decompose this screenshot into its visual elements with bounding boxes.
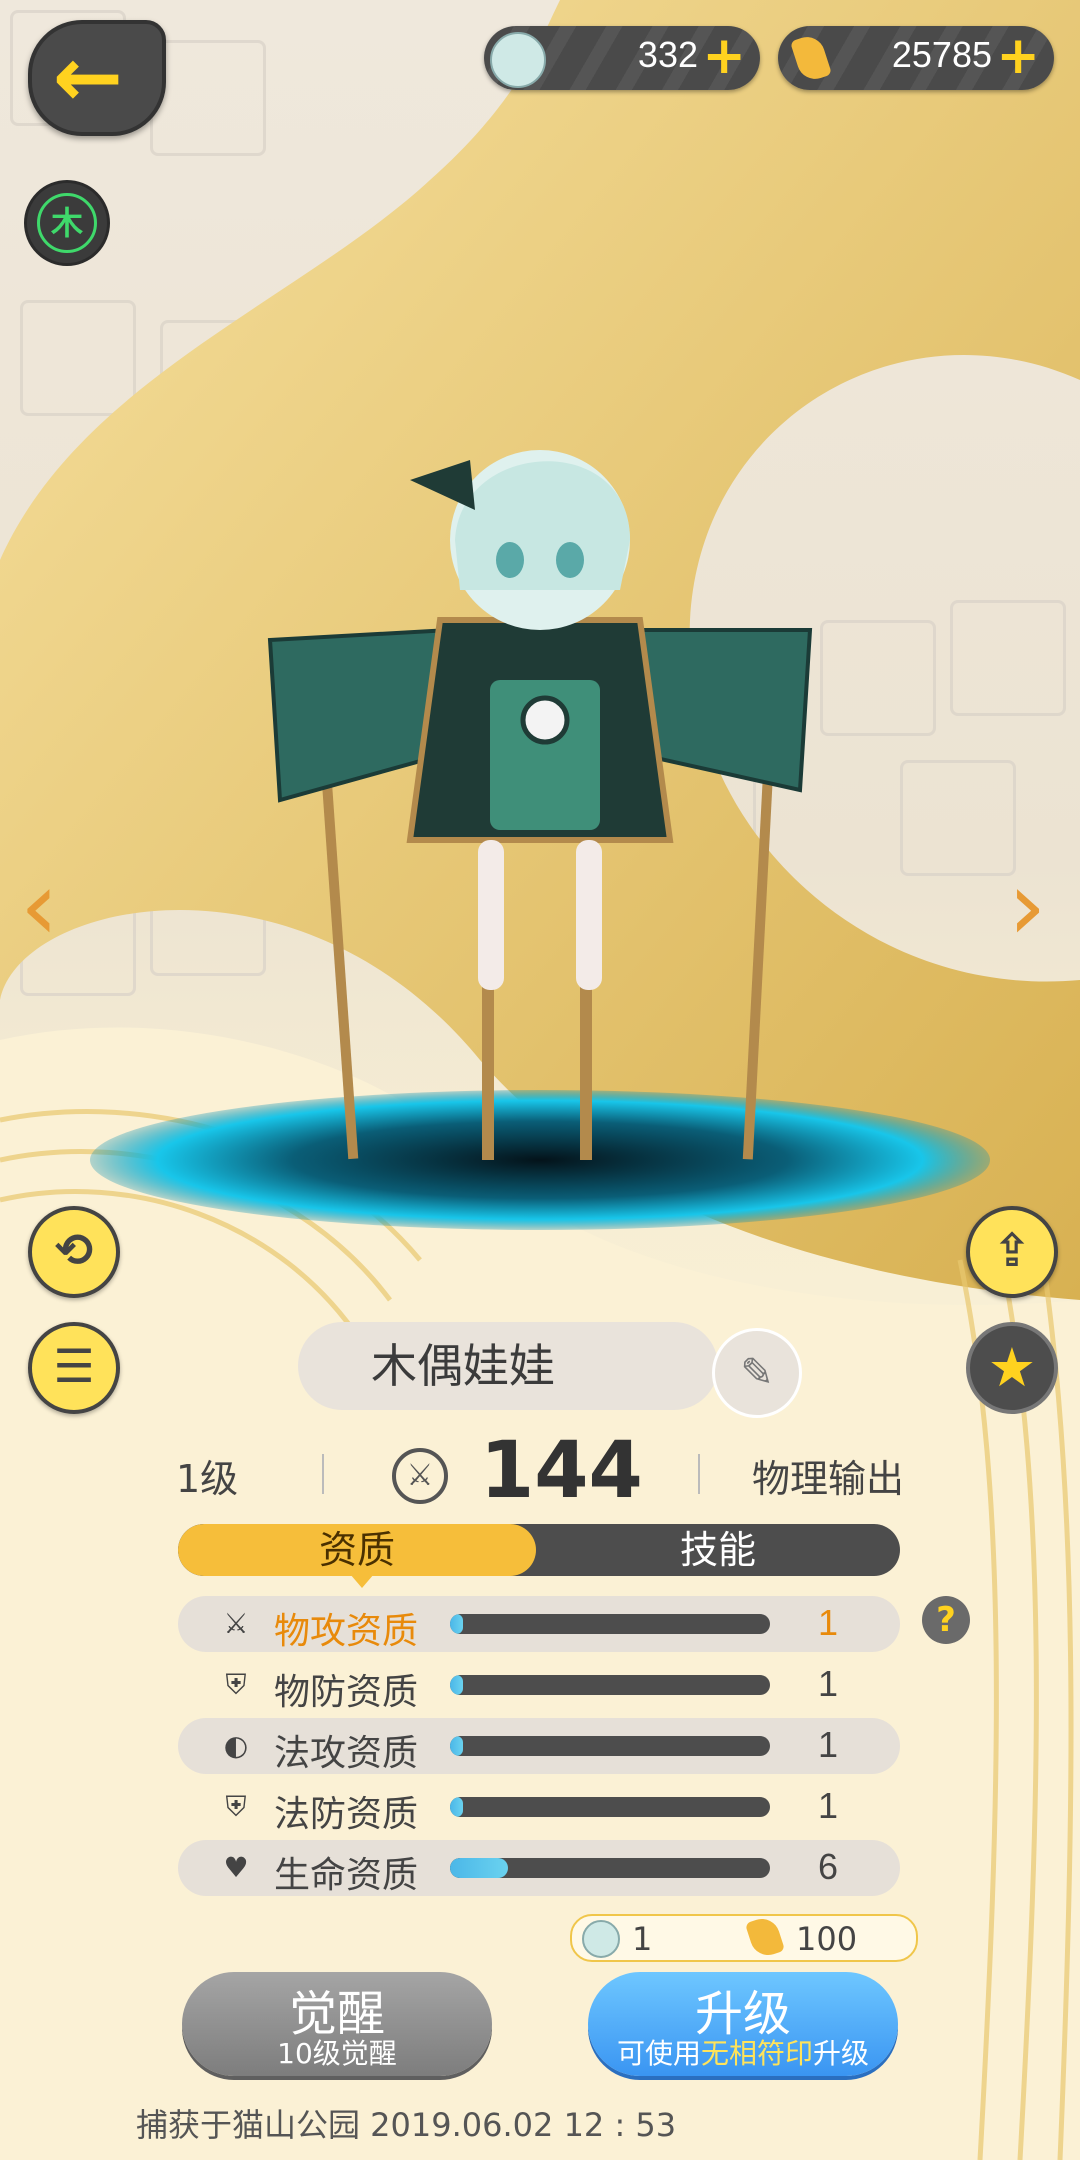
pencil-icon: ✎ [740,1350,774,1396]
aptitude-bar [450,1614,770,1634]
add-gold-button[interactable]: + [996,28,1040,84]
previous-character-arrow[interactable]: ‹ [20,850,58,962]
back-button[interactable]: ← [28,20,166,136]
aptitude-value: 1 [818,1602,839,1643]
aptitude-label: 法攻资质 [274,1733,419,1774]
aptitude-value: 1 [818,1785,839,1826]
gold-counter[interactable]: 25785 + [778,26,1054,90]
aptitude-label: 生命资质 [274,1855,419,1896]
aptitude-value: 1 [818,1663,839,1704]
list-button[interactable]: ☰ [28,1322,120,1414]
aptitude-bar-fill [450,1614,463,1634]
tab-aptitude[interactable]: 资质 [178,1524,536,1576]
rotate-view-button[interactable]: ⟲ [28,1206,120,1298]
aptitude-bar [450,1797,770,1817]
sword-power-icon: ⚔ [392,1448,448,1504]
character-name: 木偶娃娃 [371,1339,555,1393]
gold-crystal-icon [744,1914,786,1960]
character-model [267,450,813,1160]
doll-token-counter[interactable]: 332 + [484,26,760,90]
upgrade-subtitle-post: 升级 [813,2037,870,2070]
detail-tabs: 资质 技能 [178,1524,900,1576]
awaken-subtitle: 10级觉醒 [277,2037,397,2070]
star-icon: ★ [987,1336,1037,1399]
list-icon: ☰ [53,1339,95,1393]
rotate-icon: ⟲ [54,1223,94,1277]
gold-cost: 100 [796,1920,858,1958]
aptitude-row: ◐ 法攻资质 1 [178,1718,900,1774]
heart-icon: ♥ [223,1851,249,1884]
tab-pointer [350,1574,374,1588]
magic-shield-icon: ⛨ [225,1790,247,1823]
aptitude-bar [450,1858,770,1878]
share-button[interactable]: ⇪ [966,1206,1058,1298]
aptitude-value: 6 [818,1846,839,1887]
combat-power: 144 [480,1426,643,1516]
upgrade-cost: 1 100 [570,1914,918,1962]
upgrade-button[interactable]: 升级 可使用无相符印升级 [588,1972,898,2076]
gold-crystal-icon [784,32,836,84]
capture-info: 捕获于猫山公园 2019.06.02 12 : 53 [136,2106,677,2144]
aptitude-label: 物攻资质 [274,1611,419,1652]
character-role: 物理输出 [752,1457,905,1501]
crossed-swords-icon: ⚔ [223,1607,249,1640]
upgrade-subtitle-pre: 可使用 [616,2037,701,2070]
awaken-button[interactable]: 觉醒 10级觉醒 [182,1972,492,2076]
next-character-arrow[interactable]: › [1008,850,1046,962]
aptitude-bar [450,1736,770,1756]
doll-token-amount: 332 [637,34,698,75]
doll-token-icon [490,32,546,88]
aptitude-bar-fill [450,1797,463,1817]
shield-icon: ⛨ [225,1668,247,1701]
aptitude-label: 物防资质 [274,1672,419,1713]
aptitude-row: ⛨ 法防资质 1 [178,1779,900,1835]
character-level: 1级 [176,1457,239,1501]
aptitude-row: ♥ 生命资质 6 [178,1840,900,1896]
wood-element-badge: 木 [24,180,110,266]
share-icon: ⇪ [992,1223,1032,1277]
aptitude-bar [450,1675,770,1695]
aptitude-bar-fill [450,1736,463,1756]
upgrade-subtitle: 可使用无相符印升级 [588,2032,898,2072]
game-screen: ← 332 + 25785 + 木 ‹ › ⟲ ☰ ⇪ ★ 木偶娃娃 ✎ 1级 … [0,0,1080,2160]
magic-orb-icon: ◐ [223,1729,249,1762]
aptitude-row: ⚔ 物攻资质 1 [178,1596,900,1652]
character-nameplate: 木偶娃娃 [298,1322,718,1410]
favorite-button[interactable]: ★ [966,1322,1058,1414]
rename-button[interactable]: ✎ [712,1328,802,1418]
tab-skills[interactable]: 技能 [536,1524,900,1576]
aptitude-bar-fill [450,1675,463,1695]
element-label: 木 [37,193,97,253]
doll-token-icon [582,1920,620,1958]
add-doll-token-button[interactable]: + [702,28,746,84]
aptitude-value: 1 [818,1724,839,1765]
divider [322,1454,324,1494]
help-button[interactable]: ? [922,1596,970,1644]
character-summary: 1级 ⚔ 144 物理输出 [0,1420,1080,1520]
doll-token-cost: 1 [632,1920,653,1958]
back-arrow-icon: ← [52,28,124,126]
upgrade-item-name: 无相符印 [700,2037,813,2070]
aptitude-label: 法防资质 [274,1794,419,1835]
divider [698,1454,700,1494]
aptitude-row: ⛨ 物防资质 1 [178,1657,900,1713]
gold-amount: 25785 [891,34,992,75]
aptitude-bar-fill [450,1858,508,1878]
